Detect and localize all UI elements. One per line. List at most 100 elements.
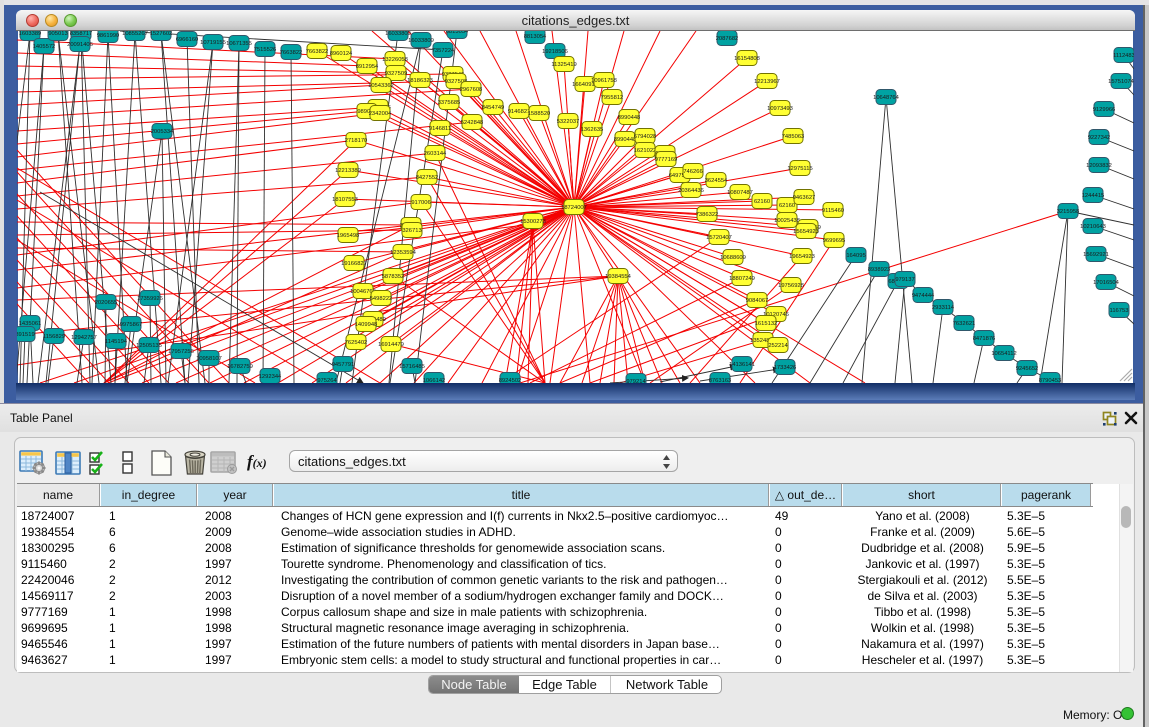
svg-text:9227342: 9227342 [1088, 135, 1111, 141]
svg-text:8990448: 8990448 [618, 115, 641, 121]
svg-text:16033809: 16033809 [408, 38, 434, 44]
svg-text:10855267: 10855267 [122, 31, 148, 37]
svg-text:7663822: 7663822 [306, 49, 329, 55]
svg-text:15300273: 15300273 [520, 219, 546, 225]
svg-text:116753: 116753 [1110, 308, 1129, 314]
svg-text:9129966: 9129966 [1093, 107, 1116, 113]
svg-text:2087682: 2087682 [716, 36, 739, 42]
svg-text:13226058: 13226058 [382, 57, 408, 63]
svg-text:19218506: 19218506 [542, 49, 568, 55]
svg-text:9146811: 9146811 [429, 126, 451, 132]
svg-text:15654923: 15654923 [793, 229, 819, 235]
svg-text:6794028: 6794028 [634, 134, 657, 140]
svg-text:5242848: 5242848 [461, 120, 484, 126]
svg-text:9115460: 9115460 [822, 208, 844, 214]
svg-text:12505135: 12505135 [136, 343, 162, 349]
svg-text:1615132: 1615132 [755, 321, 778, 327]
svg-text:12213389: 12213389 [335, 168, 361, 174]
svg-text:17957255: 17957255 [168, 349, 194, 355]
svg-text:8454749: 8454749 [482, 105, 505, 111]
svg-text:8912954: 8912954 [356, 64, 379, 70]
svg-text:10973493: 10973493 [767, 106, 793, 112]
svg-text:16033809: 16033809 [385, 31, 411, 37]
svg-text:10958107: 10958107 [196, 356, 222, 362]
svg-text:5878352: 5878352 [382, 274, 405, 280]
svg-text:1362635: 1362635 [581, 127, 604, 133]
svg-text:8471876: 8471876 [973, 336, 996, 342]
svg-text:9245652: 9245652 [1016, 366, 1039, 372]
svg-text:10543362: 10543362 [368, 83, 394, 89]
svg-text:917006: 917006 [411, 200, 430, 206]
svg-text:9474444: 9474444 [912, 293, 935, 299]
svg-text:9327509: 9327509 [385, 71, 408, 77]
svg-text:10688609: 10688609 [720, 255, 746, 261]
svg-text:9861990: 9861990 [97, 33, 120, 39]
svg-text:3624554: 3624554 [705, 178, 728, 184]
svg-text:10648764: 10648764 [873, 95, 900, 101]
svg-text:18724007: 18724007 [561, 205, 587, 211]
svg-text:10961758: 10961758 [591, 78, 617, 84]
svg-text:15692921: 15692921 [1083, 252, 1109, 258]
svg-text:1603389: 1603389 [19, 31, 42, 37]
svg-text:18807249: 18807249 [729, 276, 755, 282]
svg-text:9463627: 9463627 [793, 195, 816, 201]
svg-text:5322037: 5322037 [557, 119, 580, 125]
svg-text:18186323: 18186323 [407, 78, 433, 84]
svg-text:10671355: 10671355 [226, 41, 252, 47]
svg-text:326713: 326713 [402, 228, 421, 234]
svg-text:8790453: 8790453 [1039, 378, 1062, 383]
svg-text:8763163: 8763163 [709, 378, 732, 383]
svg-text:10654112: 10654112 [991, 351, 1016, 357]
svg-text:12942757: 12942757 [71, 335, 97, 341]
svg-text:979137: 979137 [895, 277, 914, 283]
svg-text:1112483: 1112483 [1113, 53, 1134, 59]
svg-text:11325419: 11325419 [551, 62, 576, 68]
svg-text:8938923: 8938923 [868, 267, 891, 273]
svg-text:8813054: 8813054 [446, 31, 469, 35]
svg-text:8960124: 8960124 [330, 51, 353, 57]
svg-text:7955812: 7955812 [601, 95, 624, 101]
svg-text:16782759: 16782759 [227, 364, 253, 370]
svg-text:16914479: 16914479 [378, 342, 404, 348]
svg-text:7357224: 7357224 [432, 48, 455, 54]
svg-text:1244415: 1244415 [1082, 193, 1105, 199]
svg-text:5498222: 5498222 [370, 296, 393, 302]
svg-text:20364436: 20364436 [678, 188, 704, 194]
svg-text:62160: 62160 [779, 203, 795, 209]
svg-text:8813054: 8813054 [524, 34, 547, 40]
svg-text:15716485: 15716485 [399, 364, 425, 370]
svg-text:1292344: 1292344 [259, 374, 282, 380]
svg-text:2967608: 2967608 [460, 87, 483, 93]
svg-text:14136141: 14136141 [729, 362, 755, 368]
svg-text:9777169: 9777169 [655, 157, 678, 163]
svg-text:7515526: 7515526 [254, 47, 277, 53]
svg-text:8427552: 8427552 [416, 175, 439, 181]
svg-text:10025438: 10025438 [774, 218, 800, 224]
svg-text:746266: 746266 [683, 169, 702, 175]
svg-text:10210643: 10210643 [1080, 224, 1106, 230]
svg-text:12093832: 12093832 [1086, 163, 1112, 169]
svg-text:8924502: 8924502 [499, 378, 522, 383]
svg-text:19756928: 19756928 [778, 283, 804, 289]
svg-text:1588520: 1588520 [528, 111, 551, 117]
svg-text:979214: 979214 [626, 379, 646, 383]
svg-text:1405572: 1405572 [33, 44, 56, 50]
svg-text:7625402: 7625402 [345, 340, 368, 346]
svg-text:19654923: 19654923 [789, 254, 815, 260]
svg-text:7386322: 7386322 [696, 212, 719, 218]
svg-text:2933114: 2933114 [932, 305, 955, 311]
svg-text:3215958: 3215958 [1057, 209, 1080, 215]
svg-text:2342004: 2342004 [369, 111, 392, 117]
svg-text:19384554: 19384554 [605, 274, 632, 280]
svg-text:15751074: 15751074 [1108, 79, 1134, 85]
svg-text:1066142: 1066142 [423, 378, 446, 383]
svg-text:9975867: 9975867 [120, 322, 143, 328]
svg-text:9699695: 9699695 [823, 238, 846, 244]
svg-text:17359926: 17359926 [137, 296, 163, 302]
svg-text:7632621: 7632621 [953, 321, 976, 327]
svg-text:1145194: 1145194 [105, 339, 128, 345]
svg-text:252214: 252214 [768, 343, 788, 349]
svg-text:1156829: 1156829 [43, 334, 65, 340]
svg-text:2718170: 2718170 [345, 138, 368, 144]
svg-text:1733426: 1733426 [774, 365, 797, 371]
